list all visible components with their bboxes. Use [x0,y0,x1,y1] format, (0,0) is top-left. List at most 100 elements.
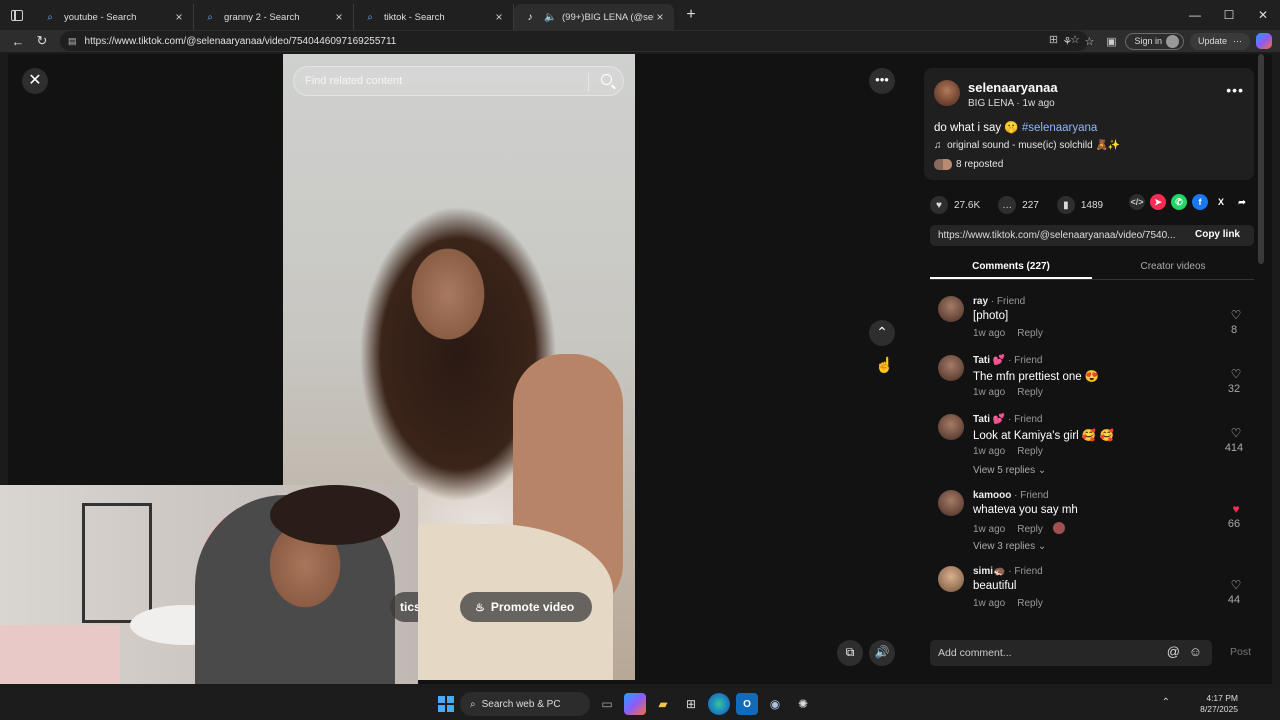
file-explorer-icon[interactable]: ▰ [652,693,674,715]
close-tab-icon[interactable]: × [173,10,185,24]
close-window-icon[interactable]: ✕ [1246,0,1280,30]
task-view-icon[interactable]: ▭ [596,693,618,715]
repost-line[interactable]: 8 reposted [934,159,1003,170]
collections-icon[interactable]: ▣ [1103,35,1119,48]
close-video-button[interactable]: ✕ [22,68,48,94]
webcam-sofa [0,625,120,684]
reply-button[interactable]: Reply [1017,328,1043,339]
comment-stat[interactable]: … 227 [998,196,1039,214]
view-replies-button[interactable]: View 5 replies ⌄ [973,465,1046,476]
commenter-avatar[interactable] [938,414,964,440]
favorites-icon[interactable]: ☆ [1081,35,1097,48]
post-comment-button[interactable]: Post [1230,646,1251,658]
commenter-name[interactable]: Tati 💕 · Friend [973,414,1043,425]
commenter-avatar[interactable] [938,296,964,322]
mention-icon[interactable]: @ [1167,644,1180,659]
volume-button[interactable]: 🔊 [869,640,895,666]
comment-like-icon[interactable]: ♡ [1226,367,1246,381]
comment-like-icon[interactable]: ♡ [1226,426,1246,440]
reply-button[interactable]: Reply [1017,446,1043,457]
analytics-button[interactable]: tics [390,592,418,622]
add-comment-input[interactable]: Add comment... @ ☺ [930,640,1212,666]
browser-tab-active[interactable]: ♪ 🔈 (99+)BIG LENA (@selenaarya × [514,4,674,30]
browser-tab-youtube[interactable]: ⌕ youtube - Search × [34,4,194,30]
related-content-search[interactable]: Find related content [293,66,624,96]
post-more-icon[interactable]: ••• [1226,82,1244,98]
copy-link-button[interactable]: Copy link [1195,229,1240,240]
like-stat[interactable]: ♥ 27.6K [930,196,980,214]
copilot-app-icon[interactable] [624,693,646,715]
speaker-icon[interactable]: 🔈 [544,12,556,23]
sound-line[interactable]: ♫ original sound - muse(ic) solchild 🧸✨ [934,140,1120,151]
whatsapp-icon[interactable]: ✆ [1171,194,1187,210]
previous-video-button[interactable]: ⌃ [869,320,895,346]
more-options-button[interactable]: ••• [869,68,895,94]
reply-button[interactable]: Reply [1017,387,1043,398]
back-icon[interactable]: ← [6,34,30,49]
site-info-icon[interactable]: ▤ [68,36,77,47]
creator-display-name: BIG LENA [968,98,1014,109]
browser-tab-tiktok-search[interactable]: ⌕ tiktok - Search × [354,4,514,30]
save-stat[interactable]: ▮ 1489 [1056,196,1104,214]
hashtag-link[interactable]: #selenaaryana [1022,122,1097,134]
commenter-avatar[interactable] [938,566,964,592]
send-to-friends-icon[interactable]: ➤ [1150,194,1166,210]
emoji-icon[interactable]: ☺ [1189,644,1202,659]
tiktok-page: ✕ Find related content ♨ Promote video t… [0,54,1272,684]
save-count: 1489 [1080,199,1104,211]
update-button[interactable]: Update ⋯ [1189,32,1250,50]
taskbar-clock[interactable]: 4:17 PM 8/27/2025 [1200,693,1238,715]
x-icon[interactable]: X [1213,194,1229,210]
address-bar[interactable]: ▤ https://www.tiktok.com/@selenaaryanaa/… [60,31,1088,51]
steam-icon[interactable]: ◉ [764,693,786,715]
tab-actions-button[interactable] [0,0,34,30]
sign-in-button[interactable]: Sign in [1125,32,1184,50]
comment-liked-heart-icon[interactable]: ♥ [1226,502,1246,516]
comment-like-icon[interactable]: ♡ [1226,578,1246,592]
edge-icon[interactable] [708,693,730,715]
panel-scrollbar[interactable] [1258,54,1264,264]
share-arrow-icon[interactable]: ➦ [1234,194,1250,210]
comment-like-icon[interactable]: ♡ [1226,308,1246,322]
copilot-icon[interactable] [1256,33,1272,49]
app-available-icon[interactable]: ⊞ [1049,33,1058,46]
commenter-avatar[interactable] [938,490,964,516]
extensions-icon[interactable]: ⚘ [1059,35,1075,48]
reply-button[interactable]: Reply [1017,598,1043,609]
tab-title: (99+)BIG LENA (@selenaarya [562,11,654,23]
commenter-name[interactable]: simi🦔 · Friend [973,566,1043,577]
minimize-icon[interactable]: — [1178,0,1212,30]
promote-video-button[interactable]: ♨ Promote video [460,592,592,622]
commenter-name[interactable]: Tati 💕 · Friend [973,355,1043,366]
close-tab-icon[interactable]: × [654,10,666,24]
maximize-icon[interactable]: ☐ [1212,0,1246,30]
close-tab-icon[interactable]: × [333,10,345,24]
floating-player-button[interactable]: ⧉ [837,640,863,666]
facebook-icon[interactable]: f [1192,194,1208,210]
update-label: Update [1197,36,1227,46]
engagement-bar: ♥ 27.6K … 227 ▮ 1489 </> ➤ ✆ f X ➦ [930,194,1254,216]
creator-username[interactable]: selenaaryanaa [968,80,1058,95]
view-replies-button[interactable]: View 3 replies ⌄ [973,541,1046,552]
commenter-name[interactable]: ray · Friend [973,296,1025,307]
store-icon[interactable]: ⊞ [680,693,702,715]
friend-tag: · Friend [988,296,1026,307]
tab-creator-videos[interactable]: Creator videos [1092,256,1254,279]
tray-icon[interactable]: ⌃ [1162,697,1170,708]
commenter-name[interactable]: kamooo · Friend [973,490,1049,501]
refresh-icon[interactable]: ↻ [30,33,54,49]
windows-start-icon[interactable] [438,696,454,712]
tab-comments[interactable]: Comments (227) [930,256,1092,279]
embed-icon[interactable]: </> [1129,194,1145,210]
creator-avatar[interactable] [934,80,960,106]
reply-button[interactable]: Reply [1017,524,1043,535]
search-icon[interactable] [601,74,612,85]
outlook-icon[interactable]: O [736,693,758,715]
browser-tab-granny[interactable]: ⌕ granny 2 - Search × [194,4,354,30]
close-tab-icon[interactable]: × [493,10,505,24]
taskbar-search[interactable]: ⌕ Search web & PC [460,692,590,716]
chatgpt-icon[interactable]: ✺ [792,693,814,715]
new-tab-button[interactable]: + [678,6,704,24]
commenter-avatar[interactable] [938,355,964,381]
taskbar-search-label: Search web & PC [481,698,561,710]
